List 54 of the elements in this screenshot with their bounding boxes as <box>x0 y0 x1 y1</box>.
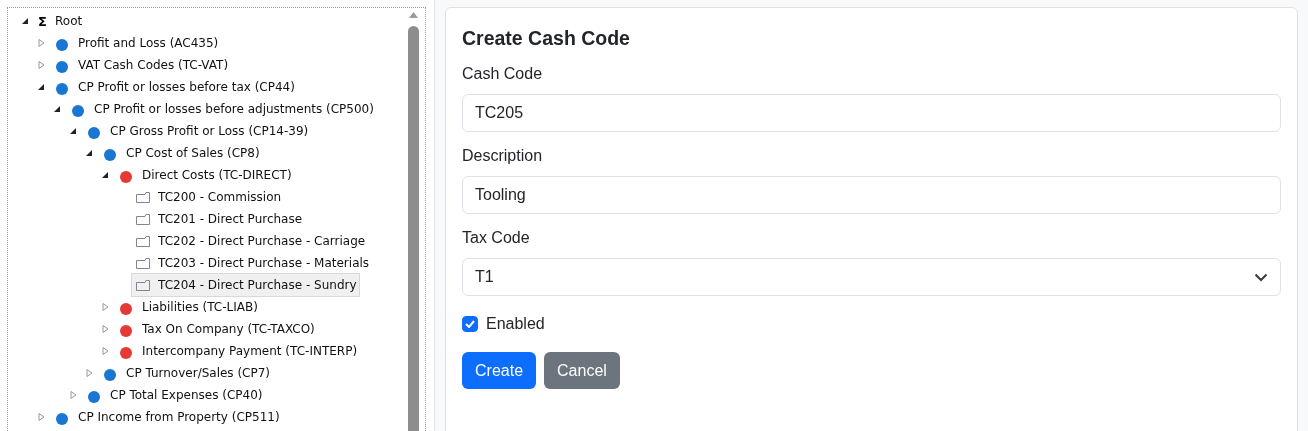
tree-item[interactable]: Profit and Loss (AC435) <box>52 32 221 54</box>
folder-icon <box>136 279 150 291</box>
tree-item[interactable]: CP Profit or losses before tax (CP44) <box>52 76 297 98</box>
expanded-triangle-icon[interactable] <box>54 105 61 113</box>
tree-item[interactable]: CP Gross Profit or Loss (CP14-39) <box>84 120 311 142</box>
tree-item[interactable]: TC203 - Direct Purchase - Materials <box>132 252 372 274</box>
tree-item[interactable]: TC200 - Commission <box>132 186 284 208</box>
collapsed-triangle-icon[interactable] <box>86 369 93 377</box>
collapsed-triangle-icon[interactable] <box>102 303 109 311</box>
tree-item[interactable]: VAT Cash Codes (TC-VAT) <box>52 54 231 76</box>
collapsed-triangle-icon[interactable] <box>102 347 109 355</box>
folder-icon <box>136 213 150 225</box>
tree-item[interactable]: TC201 - Direct Purchase <box>132 208 305 230</box>
field-label: Description <box>462 146 544 166</box>
input-field[interactable]: TC205 <box>462 94 1281 132</box>
cancel-button[interactable]: Cancel <box>544 352 620 389</box>
tree-item[interactable]: CP Income from Property (CP511) <box>52 406 282 428</box>
form-title: Create Cash Code <box>462 26 631 50</box>
tree-item[interactable]: Σ Root <box>36 10 85 32</box>
expanded-triangle-icon[interactable] <box>38 83 45 91</box>
checkmark-icon <box>465 320 475 328</box>
expanded-triangle-icon[interactable] <box>22 17 29 25</box>
expanded-triangle-icon[interactable] <box>86 149 93 157</box>
collapsed-triangle-icon[interactable] <box>70 391 77 399</box>
scroll-up-arrow-icon[interactable] <box>409 12 418 19</box>
tree-item[interactable]: TC202 - Direct Purchase - Carriage <box>132 230 368 252</box>
tree-item[interactable]: Tax On Company (TC-TAXCO) <box>116 318 317 340</box>
collapsed-triangle-icon[interactable] <box>38 413 45 421</box>
tree-item[interactable]: Direct Costs (TC-DIRECT) <box>116 164 294 186</box>
tree-item[interactable]: Liabilities (TC-LIAB) <box>116 296 260 318</box>
checkbox-label: Enabled <box>486 314 545 334</box>
tree-item[interactable]: CP Total Expenses (CP40) <box>84 384 265 406</box>
tree-item[interactable]: CP Profit or losses before adjustments (CP500) <box>68 98 376 120</box>
expanded-triangle-icon[interactable] <box>70 127 77 135</box>
chevron-down-icon <box>1254 272 1268 282</box>
field-label: Cash Code <box>462 64 544 84</box>
field-label: Tax Code <box>462 228 531 248</box>
scrollbar[interactable] <box>408 12 419 431</box>
enabled-checkbox[interactable] <box>462 316 478 332</box>
folder-icon <box>136 191 150 203</box>
tree-item[interactable]: CP Cost of Sales (CP8) <box>100 142 262 164</box>
tree-item[interactable]: Intercompany Payment (TC-INTERP) <box>116 340 360 362</box>
sigma-icon: Σ <box>38 14 51 28</box>
create-button[interactable]: Create <box>462 352 537 389</box>
collapsed-triangle-icon[interactable] <box>38 39 45 47</box>
expanded-triangle-icon[interactable] <box>102 171 109 179</box>
tax-code-select[interactable]: T1 <box>462 258 1281 296</box>
collapsed-triangle-icon[interactable] <box>38 61 45 69</box>
folder-icon <box>136 257 150 269</box>
tree-item[interactable]: TC204 - Direct Purchase - Sundry <box>132 274 359 296</box>
folder-icon <box>136 235 150 247</box>
input-field[interactable]: Tooling <box>462 176 1281 214</box>
tree-item[interactable]: CP Turnover/Sales (CP7) <box>100 362 273 384</box>
collapsed-triangle-icon[interactable] <box>102 325 109 333</box>
